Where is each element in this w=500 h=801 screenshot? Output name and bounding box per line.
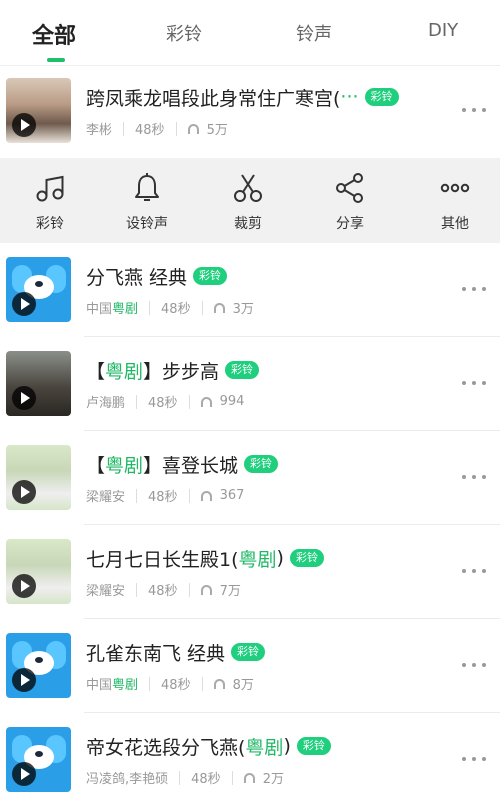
ringback-badge: 彩铃	[244, 455, 279, 473]
play-icon[interactable]	[12, 292, 36, 316]
play-icon[interactable]	[12, 574, 36, 598]
song-row[interactable]: 分飞燕 经典 彩铃 中国 粤剧 48秒 3万	[0, 243, 500, 337]
song-title: 【粤剧 】喜登长城 彩铃	[86, 451, 279, 477]
headphones-icon	[213, 678, 225, 689]
music-note-icon	[36, 175, 64, 202]
song-title: 帝女花选段分飞燕(粤剧) 彩铃	[86, 733, 331, 759]
song-row[interactable]: 帝女花选段分飞燕(粤剧) 彩铃 冯凌鸽,李艳硕 48秒 2万	[0, 713, 500, 801]
more-options-icon[interactable]	[462, 279, 486, 299]
play-icon[interactable]	[12, 480, 36, 504]
song-cover	[6, 445, 71, 510]
ringback-badge: 彩铃	[231, 643, 266, 661]
ringback-badge: 彩铃	[225, 361, 260, 379]
action-crop[interactable]: 裁剪	[198, 158, 298, 243]
song-row[interactable]: 【粤剧 】喜登长城 彩铃 梁耀安 48秒 367	[0, 431, 500, 525]
ringback-badge: 彩铃	[296, 737, 331, 755]
headphones-icon	[200, 490, 212, 501]
active-tab-indicator	[47, 58, 65, 62]
category-tabs: 全部 彩铃 铃声 DIY	[0, 0, 500, 66]
more-horizontal-icon	[440, 183, 470, 193]
action-set-ringtone[interactable]: 设铃声	[97, 158, 197, 243]
share-icon	[336, 173, 363, 203]
song-meta: 李彬 48秒 5万	[86, 121, 228, 138]
more-options-icon[interactable]	[462, 655, 486, 675]
more-options-icon[interactable]	[462, 373, 486, 393]
song-cover	[6, 727, 71, 792]
tab-ringtone[interactable]: 铃声	[296, 20, 332, 46]
ringback-badge: 彩铃	[364, 88, 399, 106]
play-icon[interactable]	[12, 668, 36, 692]
bell-icon	[135, 173, 159, 201]
song-meta: 中国 粤剧 48秒 8万	[86, 676, 254, 693]
song-meta: 中国 粤剧 48秒 3万	[86, 300, 254, 317]
tab-diy[interactable]: DIY	[428, 20, 458, 41]
ringback-badge: 彩铃	[193, 267, 228, 285]
scissors-icon	[234, 174, 262, 202]
action-share[interactable]: 分享	[300, 158, 400, 243]
headphones-icon	[213, 302, 225, 313]
song-row[interactable]: 【粤剧 】步步高 彩铃 卢海鹏 48秒 994	[0, 337, 500, 431]
action-ringback[interactable]: 彩铃	[0, 158, 100, 243]
more-options-icon[interactable]	[462, 561, 486, 581]
song-title: 分飞燕 经典 彩铃	[86, 263, 228, 289]
play-icon[interactable]	[12, 762, 36, 786]
tab-ringback[interactable]: 彩铃	[166, 20, 202, 46]
more-options-icon[interactable]	[462, 749, 486, 769]
song-title: 跨凤乘龙唱段此身常住广寒宫(··· 彩铃	[86, 84, 399, 110]
song-row[interactable]: 七月七日长生殿1(粤剧) 彩铃 梁耀安 48秒 7万	[0, 525, 500, 619]
song-cover	[6, 633, 71, 698]
more-options-icon[interactable]	[462, 100, 486, 120]
song-meta: 梁耀安 48秒 7万	[86, 582, 241, 599]
song-cover	[6, 78, 71, 143]
headphones-icon	[243, 772, 255, 783]
song-title: 七月七日长生殿1(粤剧) 彩铃	[86, 545, 324, 571]
song-row[interactable]: 孔雀东南飞 经典 彩铃 中国 粤剧 48秒 8万	[0, 619, 500, 713]
song-meta: 梁耀安 48秒 367	[86, 488, 245, 505]
song-cover	[6, 257, 71, 322]
headphones-icon	[187, 123, 199, 134]
play-icon[interactable]	[12, 386, 36, 410]
action-other[interactable]: 其他	[405, 158, 500, 243]
play-icon[interactable]	[12, 113, 36, 137]
more-options-icon[interactable]	[462, 467, 486, 487]
song-meta: 卢海鹏 48秒 994	[86, 394, 245, 411]
song-action-bar: 彩铃 设铃声 裁剪 分享 其他	[0, 158, 500, 243]
song-title: 孔雀东南飞 经典 彩铃	[86, 639, 266, 665]
ringback-badge: 彩铃	[289, 549, 324, 567]
song-cover	[6, 351, 71, 416]
song-title: 【粤剧 】步步高 彩铃	[86, 357, 260, 383]
headphones-icon	[200, 396, 212, 407]
song-row[interactable]: 跨凤乘龙唱段此身常住广寒宫(··· 彩铃 李彬 48秒 5万	[0, 64, 500, 158]
tab-all[interactable]: 全部	[32, 18, 76, 50]
song-meta: 冯凌鸽,李艳硕 48秒 2万	[86, 770, 284, 787]
headphones-icon	[200, 584, 212, 595]
song-cover	[6, 539, 71, 604]
